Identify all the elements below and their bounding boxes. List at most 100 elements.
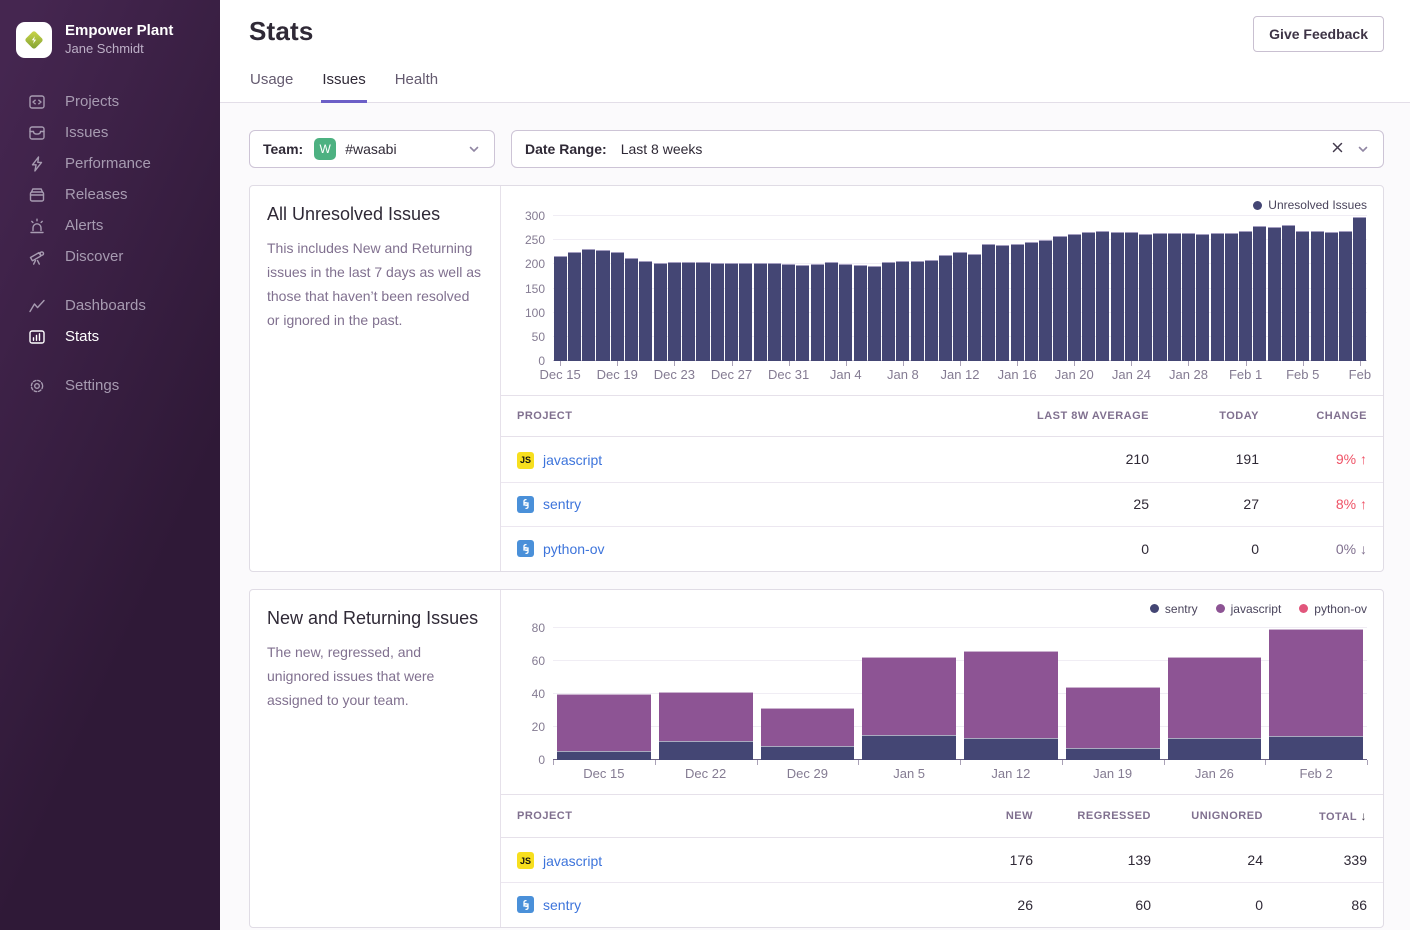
chart-bar bbox=[1139, 234, 1152, 361]
arrow-up-icon: ↑ bbox=[1360, 451, 1367, 467]
column-header-change[interactable]: Change bbox=[1275, 396, 1383, 437]
project-link-javascript[interactable]: JS javascript bbox=[517, 852, 602, 869]
cell-change: 8% ↑ bbox=[1275, 482, 1383, 527]
team-select[interactable]: Team: W #wasabi bbox=[249, 130, 495, 168]
chart-bar bbox=[1268, 227, 1281, 361]
bar-segment-sentry bbox=[557, 751, 651, 759]
stacked-bar bbox=[553, 620, 655, 760]
bar-segment-javascript bbox=[659, 692, 753, 741]
sidebar-item-releases[interactable]: Releases bbox=[0, 179, 220, 210]
arrow-down-icon: ↓ bbox=[1360, 541, 1367, 557]
stacked-bar bbox=[960, 620, 1062, 760]
sidebar-item-settings[interactable]: Settings bbox=[0, 370, 220, 401]
sidebar-item-label: Settings bbox=[65, 377, 119, 394]
cell-unignored: 24 bbox=[1167, 837, 1279, 883]
discover-icon bbox=[28, 247, 47, 266]
bar-segment-sentry bbox=[659, 741, 753, 759]
tab-usage[interactable]: Usage bbox=[249, 65, 294, 103]
column-header-regressed[interactable]: Regressed bbox=[1049, 795, 1167, 838]
project-link-javascript[interactable]: JS javascript bbox=[517, 452, 602, 469]
y-axis-label: 50 bbox=[532, 330, 545, 344]
unresolved-issues-chart: Unresolved Issues 050100150200250300 Dec… bbox=[501, 186, 1383, 389]
x-axis-label: Jan 5 bbox=[893, 766, 925, 781]
performance-icon bbox=[28, 154, 47, 173]
table-row: sentry 26 60 0 86 bbox=[501, 883, 1383, 927]
org-name: Empower Plant bbox=[65, 22, 173, 41]
y-axis-label: 250 bbox=[525, 233, 545, 247]
column-header-project[interactable]: Project bbox=[501, 795, 939, 838]
clear-date-range-icon[interactable] bbox=[1331, 141, 1344, 158]
panel-new-returning-issues: New and Returning Issues The new, regres… bbox=[249, 589, 1384, 928]
stacked-bar bbox=[655, 620, 757, 760]
panel2-title: New and Returning Issues bbox=[267, 608, 483, 629]
give-feedback-button[interactable]: Give Feedback bbox=[1253, 16, 1384, 52]
stacked-bar bbox=[858, 620, 960, 760]
column-header-new[interactable]: New bbox=[939, 795, 1049, 838]
content: Team: W #wasabi Date Range: Last 8 weeks bbox=[220, 103, 1410, 930]
x-axis-label: Dec 15 bbox=[540, 367, 581, 382]
bar-segment-javascript bbox=[1168, 657, 1262, 738]
bars-container bbox=[553, 216, 1367, 361]
python-icon bbox=[517, 540, 534, 557]
legend-dot bbox=[1299, 604, 1308, 613]
new-returning-issues-table: Project New Regressed Unignored Total ↓ bbox=[501, 795, 1383, 927]
project-link-sentry[interactable]: sentry bbox=[517, 896, 581, 913]
chart-bar bbox=[854, 265, 867, 361]
sidebar-item-stats[interactable]: Stats bbox=[0, 321, 220, 352]
chart-bar bbox=[1011, 244, 1024, 361]
chart-bar bbox=[1282, 225, 1295, 361]
tab-issues[interactable]: Issues bbox=[321, 65, 366, 103]
legend-javascript[interactable]: javascript bbox=[1216, 602, 1282, 616]
sidebar-item-projects[interactable]: Projects bbox=[0, 86, 220, 117]
bar-segment-sentry bbox=[1168, 738, 1262, 759]
date-range-label: Date Range: bbox=[525, 141, 607, 157]
sidebar-item-dashboards[interactable]: Dashboards bbox=[0, 290, 220, 321]
y-axis-label: 300 bbox=[525, 209, 545, 223]
python-icon bbox=[517, 896, 534, 913]
column-header-last8w-average[interactable]: Last 8w Average bbox=[940, 396, 1165, 437]
sidebar-item-issues[interactable]: Issues bbox=[0, 117, 220, 148]
sidebar-item-discover[interactable]: Discover bbox=[0, 241, 220, 272]
chart-bar bbox=[582, 249, 595, 361]
legend-sentry[interactable]: sentry bbox=[1150, 602, 1198, 616]
chart-bar bbox=[754, 263, 767, 361]
y-axis-label: 40 bbox=[532, 687, 545, 701]
sidebar-item-alerts[interactable]: Alerts bbox=[0, 210, 220, 241]
project-link-python-ov[interactable]: python-ov bbox=[517, 540, 604, 557]
chart-bar bbox=[625, 258, 638, 361]
releases-icon bbox=[28, 185, 47, 204]
bar-segment-javascript bbox=[1269, 629, 1363, 736]
chart-bar bbox=[1068, 234, 1081, 361]
table-row: python-ov 0 0 0% ↓ bbox=[501, 527, 1383, 571]
tab-health[interactable]: Health bbox=[394, 65, 439, 103]
sidebar-item-label: Alerts bbox=[65, 217, 103, 234]
column-header-unignored[interactable]: Unignored bbox=[1167, 795, 1279, 838]
date-range-select[interactable]: Date Range: Last 8 weeks bbox=[511, 130, 1384, 168]
sidebar: Empower Plant Jane Schmidt Projects Issu… bbox=[0, 0, 220, 930]
sidebar-item-performance[interactable]: Performance bbox=[0, 148, 220, 179]
tab-bar: Usage Issues Health bbox=[220, 65, 1410, 103]
projects-icon bbox=[28, 92, 47, 111]
chart-bar bbox=[1325, 232, 1338, 361]
bar-segment-javascript bbox=[1066, 687, 1160, 748]
unresolved-chart-plot: 050100150200250300 bbox=[553, 216, 1367, 361]
cell-total: 339 bbox=[1279, 837, 1383, 883]
x-axis-label: Dec 27 bbox=[711, 367, 752, 382]
x-axis-label: Dec 29 bbox=[787, 766, 828, 781]
column-header-today[interactable]: Today bbox=[1165, 396, 1275, 437]
project-link-sentry[interactable]: sentry bbox=[517, 496, 581, 513]
column-header-total[interactable]: Total ↓ bbox=[1279, 795, 1383, 838]
chart-bar bbox=[1339, 231, 1352, 361]
chart-bar bbox=[768, 263, 781, 361]
panel1-title: All Unresolved Issues bbox=[267, 204, 483, 225]
stats-icon bbox=[28, 327, 47, 346]
unresolved-issues-table: Project Last 8w Average Today Change JS bbox=[501, 396, 1383, 571]
column-header-project[interactable]: Project bbox=[501, 396, 940, 437]
org-switcher[interactable]: Empower Plant Jane Schmidt bbox=[0, 0, 220, 68]
nav-divider-gap bbox=[0, 352, 220, 370]
chart-bar bbox=[1211, 233, 1224, 361]
team-avatar: W bbox=[314, 138, 336, 160]
legend-unresolved-issues[interactable]: Unresolved Issues bbox=[1253, 198, 1367, 212]
chart-bar bbox=[668, 262, 681, 361]
legend-python-ov[interactable]: python-ov bbox=[1299, 602, 1367, 616]
